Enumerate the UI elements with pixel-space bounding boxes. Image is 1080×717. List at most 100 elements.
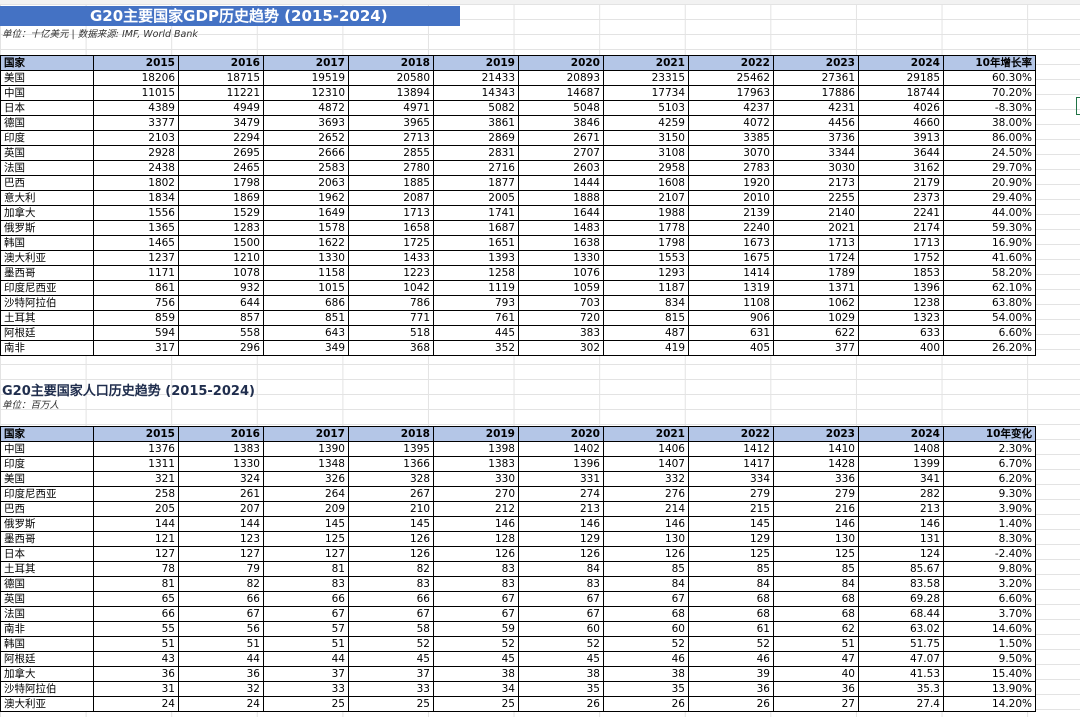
value-cell[interactable]: 59 — [433, 621, 519, 637]
country-cell[interactable]: 南非 — [0, 340, 94, 356]
value-cell[interactable]: 128 — [433, 531, 519, 547]
gdp-header-cell[interactable]: 国家 — [0, 55, 94, 71]
value-cell[interactable]: 146 — [433, 516, 519, 532]
value-cell[interactable]: 52 — [518, 636, 604, 652]
value-cell[interactable]: 126 — [348, 546, 434, 562]
value-cell[interactable]: 1399 — [858, 456, 944, 472]
value-cell[interactable]: 51 — [263, 636, 349, 652]
value-cell[interactable]: 9.50% — [943, 651, 1036, 667]
value-cell[interactable]: 2780 — [348, 160, 434, 176]
value-cell[interactable]: 1414 — [688, 265, 774, 281]
value-cell[interactable]: 3385 — [688, 130, 774, 146]
value-cell[interactable]: 146 — [858, 516, 944, 532]
value-cell[interactable]: 1444 — [518, 175, 604, 191]
pop-header-cell[interactable]: 2016 — [178, 426, 264, 442]
value-cell[interactable]: 1330 — [518, 250, 604, 266]
value-cell[interactable]: 67 — [433, 606, 519, 622]
value-cell[interactable]: 703 — [518, 295, 604, 311]
value-cell[interactable]: 2958 — [603, 160, 689, 176]
value-cell[interactable]: 644 — [178, 295, 264, 311]
value-cell[interactable]: 1158 — [263, 265, 349, 281]
value-cell[interactable]: 2241 — [858, 205, 944, 221]
value-cell[interactable]: 13894 — [348, 85, 434, 101]
value-cell[interactable]: 144 — [93, 516, 179, 532]
value-cell[interactable]: 66 — [263, 591, 349, 607]
value-cell[interactable]: 15.40% — [943, 666, 1036, 682]
value-cell[interactable]: 5048 — [518, 100, 604, 116]
value-cell[interactable]: 330 — [433, 471, 519, 487]
country-cell[interactable]: 韩国 — [0, 636, 94, 652]
value-cell[interactable]: 5103 — [603, 100, 689, 116]
value-cell[interactable]: 63.80% — [943, 295, 1036, 311]
value-cell[interactable]: 1687 — [433, 220, 519, 236]
value-cell[interactable]: 1398 — [433, 441, 519, 457]
value-cell[interactable]: 35 — [603, 681, 689, 697]
value-cell[interactable]: 26 — [603, 696, 689, 712]
value-cell[interactable]: 1713 — [773, 235, 859, 251]
value-cell[interactable]: 1869 — [178, 190, 264, 206]
country-cell[interactable]: 澳大利亚 — [0, 250, 94, 266]
value-cell[interactable]: 2438 — [93, 160, 179, 176]
value-cell[interactable]: 81 — [93, 576, 179, 592]
value-cell[interactable]: 83 — [433, 576, 519, 592]
value-cell[interactable]: 39 — [688, 666, 774, 682]
value-cell[interactable]: 445 — [433, 325, 519, 341]
pop-header-cell[interactable]: 2021 — [603, 426, 689, 442]
value-cell[interactable]: 334 — [688, 471, 774, 487]
gdp-header-cell[interactable]: 2019 — [433, 55, 519, 71]
value-cell[interactable]: 341 — [858, 471, 944, 487]
value-cell[interactable]: 216 — [773, 501, 859, 517]
value-cell[interactable]: 20893 — [518, 70, 604, 86]
value-cell[interactable]: 2179 — [858, 175, 944, 191]
country-cell[interactable]: 德国 — [0, 576, 94, 592]
value-cell[interactable]: 78 — [93, 561, 179, 577]
value-cell[interactable]: 1383 — [178, 441, 264, 457]
country-cell[interactable]: 法国 — [0, 606, 94, 622]
value-cell[interactable]: 6.60% — [943, 325, 1036, 341]
value-cell[interactable]: 84 — [688, 576, 774, 592]
value-cell[interactable]: 14343 — [433, 85, 519, 101]
value-cell[interactable]: 3.90% — [943, 501, 1036, 517]
value-cell[interactable]: 859 — [93, 310, 179, 326]
country-cell[interactable]: 墨西哥 — [0, 265, 94, 281]
country-cell[interactable]: 土耳其 — [0, 561, 94, 577]
value-cell[interactable]: 1465 — [93, 235, 179, 251]
value-cell[interactable]: 2869 — [433, 130, 519, 146]
value-cell[interactable]: 54.00% — [943, 310, 1036, 326]
value-cell[interactable]: 405 — [688, 340, 774, 356]
value-cell[interactable]: 59.30% — [943, 220, 1036, 236]
value-cell[interactable]: 279 — [688, 486, 774, 502]
value-cell[interactable]: 1348 — [263, 456, 349, 472]
value-cell[interactable]: 55 — [93, 621, 179, 637]
value-cell[interactable]: 83.58 — [858, 576, 944, 592]
gdp-header-cell[interactable]: 2022 — [688, 55, 774, 71]
pop-header-cell[interactable]: 2022 — [688, 426, 774, 442]
value-cell[interactable]: 2021 — [773, 220, 859, 236]
value-cell[interactable]: 3162 — [858, 160, 944, 176]
value-cell[interactable]: 207 — [178, 501, 264, 517]
value-cell[interactable]: 35 — [518, 681, 604, 697]
value-cell[interactable]: 1366 — [348, 456, 434, 472]
value-cell[interactable]: 336 — [773, 471, 859, 487]
value-cell[interactable]: 1675 — [688, 250, 774, 266]
value-cell[interactable]: 40 — [773, 666, 859, 682]
value-cell[interactable]: 1752 — [858, 250, 944, 266]
value-cell[interactable]: 1371 — [773, 280, 859, 296]
value-cell[interactable]: 12310 — [263, 85, 349, 101]
gdp-header-cell[interactable]: 2023 — [773, 55, 859, 71]
value-cell[interactable]: 1258 — [433, 265, 519, 281]
value-cell[interactable]: 29.70% — [943, 160, 1036, 176]
value-cell[interactable]: 1988 — [603, 205, 689, 221]
value-cell[interactable]: 43 — [93, 651, 179, 667]
value-cell[interactable]: 3965 — [348, 115, 434, 131]
value-cell[interactable]: 1834 — [93, 190, 179, 206]
country-cell[interactable]: 澳大利亚 — [0, 696, 94, 712]
value-cell[interactable]: 1365 — [93, 220, 179, 236]
value-cell[interactable]: 1428 — [773, 456, 859, 472]
value-cell[interactable]: 58 — [348, 621, 434, 637]
value-cell[interactable]: 52 — [688, 636, 774, 652]
country-cell[interactable]: 沙特阿拉伯 — [0, 681, 94, 697]
value-cell[interactable]: 276 — [603, 486, 689, 502]
value-cell[interactable]: 1078 — [178, 265, 264, 281]
value-cell[interactable]: 2671 — [518, 130, 604, 146]
